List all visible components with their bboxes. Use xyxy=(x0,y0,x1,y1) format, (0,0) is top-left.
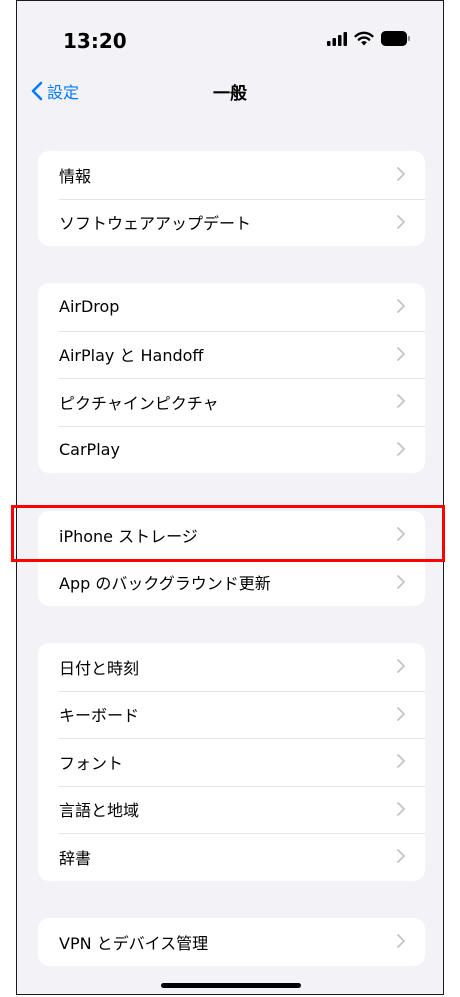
list-item-keyboard[interactable]: キーボード xyxy=(38,690,425,739)
settings-group-4: 日付と時刻 キーボード フォント 言語と地域 辞書 xyxy=(38,643,425,881)
list-item-language-region[interactable]: 言語と地域 xyxy=(38,785,425,834)
chevron-right-icon xyxy=(397,754,405,768)
page-title: 一般 xyxy=(213,84,247,104)
list-item-background-app-refresh[interactable]: App のバックグラウンド更新 xyxy=(38,558,425,607)
back-button[interactable]: 設定 xyxy=(31,79,79,103)
battery-icon xyxy=(381,31,410,46)
chevron-right-icon xyxy=(397,849,405,863)
list-item-label: AirDrop xyxy=(59,297,120,317)
list-item-label: AirPlay と Handoff xyxy=(59,346,204,366)
chevron-right-icon xyxy=(397,394,405,408)
chevron-right-icon xyxy=(397,214,405,229)
list-item-airdrop[interactable]: AirDrop xyxy=(38,283,425,331)
wifi-icon xyxy=(354,31,374,46)
list-item-date-time[interactable]: 日付と時刻 xyxy=(38,643,425,691)
chevron-right-icon xyxy=(397,934,405,948)
chevron-right-icon xyxy=(397,167,405,181)
highlight-box xyxy=(11,505,445,562)
list-item-fonts[interactable]: フォント xyxy=(38,738,425,786)
chevron-right-icon xyxy=(397,706,405,721)
status-icons xyxy=(327,31,411,46)
chevron-right-icon xyxy=(397,659,405,673)
list-item-label: ピクチャインピクチャ xyxy=(59,393,219,413)
navigation-bar: 一般 設定 xyxy=(17,79,443,104)
list-item-about[interactable]: 情報 xyxy=(38,151,425,199)
list-item-carplay[interactable]: CarPlay xyxy=(38,425,425,474)
chevron-right-icon xyxy=(397,441,405,456)
list-item-label: App のバックグラウンド更新 xyxy=(59,574,271,594)
list-item-picture-in-picture[interactable]: ピクチャインピクチャ xyxy=(38,378,425,426)
list-item-dictionary[interactable]: 辞書 xyxy=(38,833,425,881)
chevron-right-icon xyxy=(397,346,405,361)
home-indicator[interactable] xyxy=(161,983,301,988)
list-item-label: VPN とデバイス管理 xyxy=(59,933,209,953)
list-item-label: 情報 xyxy=(59,166,92,186)
chevron-right-icon xyxy=(397,801,405,816)
list-item-software-update[interactable]: ソフトウェアアップデート xyxy=(38,198,425,247)
settings-group-2: AirDrop AirPlay と Handoff ピクチャインピクチャ Car… xyxy=(38,283,425,473)
chevron-right-icon xyxy=(397,299,405,313)
phone-screen: 13:20 一般 設定 情報 ソフトウェアアップデート AirDrop AirP… xyxy=(16,0,444,995)
list-item-label: フォント xyxy=(59,753,124,773)
chevron-right-icon xyxy=(397,574,405,589)
chevron-left-icon xyxy=(31,81,43,101)
list-item-label: CarPlay xyxy=(59,439,120,459)
list-item-label: 言語と地域 xyxy=(59,801,140,821)
list-item-vpn-device-management[interactable]: VPN とデバイス管理 xyxy=(38,918,425,966)
list-item-label: 辞書 xyxy=(59,848,92,868)
settings-group-1: 情報 ソフトウェアアップデート xyxy=(38,151,425,246)
list-item-label: ソフトウェアアップデート xyxy=(59,214,252,234)
list-item-label: キーボード xyxy=(59,706,140,726)
status-bar: 13:20 xyxy=(17,1,443,81)
back-button-label: 設定 xyxy=(47,83,80,102)
list-item-label: 日付と時刻 xyxy=(59,658,140,678)
status-time: 13:20 xyxy=(63,29,127,53)
list-item-airplay-handoff[interactable]: AirPlay と Handoff xyxy=(38,330,425,379)
settings-group-5: VPN とデバイス管理 xyxy=(38,918,425,966)
cellular-signal-icon xyxy=(327,31,347,46)
